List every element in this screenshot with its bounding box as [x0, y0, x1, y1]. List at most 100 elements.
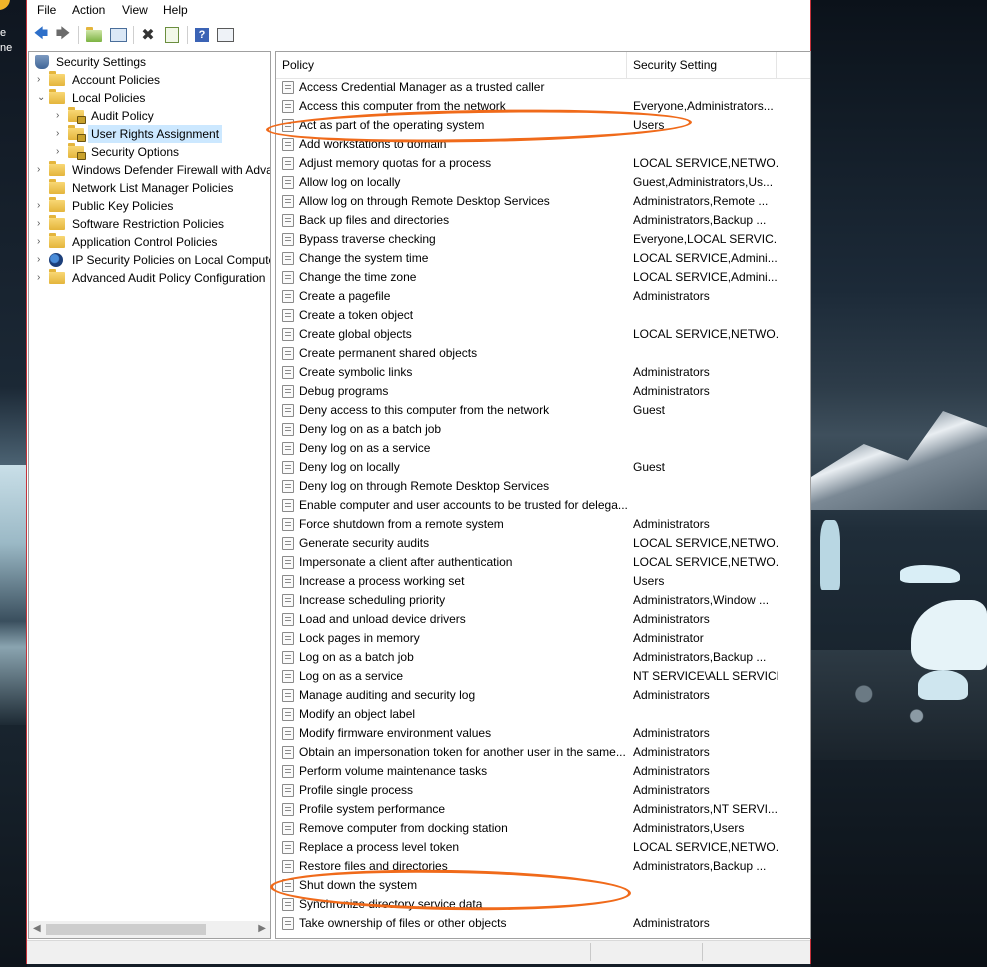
table-row[interactable]: Create symbolic links Administrators	[276, 363, 810, 382]
chevron-right-icon[interactable]: ›	[56, 143, 66, 161]
up-folder-icon[interactable]	[85, 26, 103, 44]
table-row[interactable]: Log on as a batch job Administrators,Back…	[276, 648, 810, 667]
table-row[interactable]: Deny log on locally Guest	[276, 458, 810, 477]
menu-action[interactable]: Action	[72, 3, 105, 17]
delete-icon[interactable]: ✖	[139, 26, 157, 44]
chevron-right-icon[interactable]: ›	[37, 215, 47, 233]
table-row[interactable]: Force shutdown from a remote system Admin…	[276, 515, 810, 534]
policy-name: Allow log on locally	[299, 175, 401, 189]
policy-name: Deny access to this computer from the ne…	[299, 403, 550, 417]
toolbar-separator	[78, 26, 79, 44]
security-setting: LOCAL SERVICE,NETWO...	[633, 156, 778, 170]
show-hide-tree-icon[interactable]	[109, 26, 127, 44]
policy-name: Manage auditing and security log	[299, 688, 476, 702]
table-row[interactable]: Log on as a service NT SERVICE\ALL SERVIC…	[276, 667, 810, 686]
table-row[interactable]: Create a token object	[276, 306, 810, 325]
forward-arrow-icon[interactable]: 🡆	[54, 25, 72, 44]
table-row[interactable]: Increase scheduling priority Administrato…	[276, 591, 810, 610]
table-row[interactable]: Increase a process working set Users	[276, 572, 810, 591]
status-divider	[590, 943, 591, 961]
security-setting: Administrators	[633, 365, 710, 379]
table-row[interactable]: Impersonate a client after authenticatio…	[276, 553, 810, 572]
table-row[interactable]: Allow log on locally Guest,Administrators…	[276, 173, 810, 192]
column-header-security-setting[interactable]: Security Setting	[627, 52, 777, 78]
table-row[interactable]: Synchronize directory service data	[276, 895, 810, 914]
scroll-left-icon[interactable]: ◀	[33, 923, 41, 934]
table-row[interactable]: Load and unload device drivers Administra…	[276, 610, 810, 629]
table-row[interactable]: Create permanent shared objects	[276, 344, 810, 363]
chevron-right-icon[interactable]: ›	[37, 251, 47, 269]
table-row[interactable]: Manage auditing and security log Administ…	[276, 686, 810, 705]
policy-name: Deny log on through Remote Desktop Servi…	[299, 479, 550, 493]
table-row[interactable]: Bypass traverse checking Everyone,LOCAL S…	[276, 230, 810, 249]
chevron-right-icon[interactable]: ›	[37, 269, 47, 287]
table-row[interactable]: Access Credential Manager as a trusted c…	[276, 78, 810, 97]
table-row[interactable]: Modify firmware environment values Admini…	[276, 724, 810, 743]
chevron-right-icon[interactable]: ›	[37, 197, 47, 215]
chevron-down-icon[interactable]: ⌄	[37, 89, 47, 107]
table-row[interactable]: Create a pagefile Administrators	[276, 287, 810, 306]
policy-name: Act as part of the operating system	[299, 118, 485, 132]
table-row[interactable]: Allow log on through Remote Desktop Serv…	[276, 192, 810, 211]
folder-icon	[49, 161, 65, 177]
back-arrow-icon[interactable]: 🡄	[32, 25, 50, 44]
chevron-right-icon[interactable]: ›	[37, 161, 47, 179]
chevron-right-icon[interactable]: ›	[56, 107, 66, 125]
menu-view[interactable]: View	[122, 3, 148, 17]
tree-horizontal-scrollbar[interactable]: ◀ ▶	[29, 921, 270, 938]
chevron-right-icon[interactable]: ›	[56, 125, 66, 143]
table-row[interactable]: Debug programs Administrators	[276, 382, 810, 401]
table-row[interactable]: Modify an object label	[276, 705, 810, 724]
table-row[interactable]: Deny log on through Remote Desktop Servi…	[276, 477, 810, 496]
table-row[interactable]: Profile system performance Administrators…	[276, 800, 810, 819]
table-row[interactable]: Profile single process Administrators	[276, 781, 810, 800]
export-list-icon[interactable]	[163, 26, 181, 44]
policy-icon	[282, 784, 294, 797]
policy-icon	[282, 138, 294, 151]
table-row[interactable]: Deny log on as a service	[276, 439, 810, 458]
policy-name: Profile single process	[299, 783, 414, 797]
table-row[interactable]: Access this computer from the network Eve…	[276, 97, 810, 116]
properties-icon[interactable]	[216, 26, 234, 44]
policy-name: Lock pages in memory	[299, 631, 420, 645]
table-row[interactable]: Generate security audits LOCAL SERVICE,NE…	[276, 534, 810, 553]
scrollbar-thumb[interactable]	[46, 924, 206, 935]
chevron-right-icon[interactable]: ›	[37, 233, 47, 251]
policy-icon	[282, 214, 294, 227]
table-row[interactable]: Lock pages in memory Administrator	[276, 629, 810, 648]
table-row[interactable]: Take ownership of files or other objects…	[276, 914, 810, 933]
table-row[interactable]: Act as part of the operating system Users	[276, 116, 810, 135]
security-setting: Administrators	[633, 783, 710, 797]
table-row[interactable]: Back up files and directories Administrat…	[276, 211, 810, 230]
menu-file[interactable]: File	[37, 3, 56, 17]
table-row[interactable]: Remove computer from docking station Admi…	[276, 819, 810, 838]
table-row[interactable]: Restore files and directories Administrat…	[276, 857, 810, 876]
folder-icon	[49, 233, 65, 249]
column-header-policy[interactable]: Policy	[276, 52, 626, 78]
security-setting: Guest	[633, 403, 666, 417]
policy-icon	[282, 632, 294, 645]
policy-icon	[282, 689, 294, 702]
table-row[interactable]: Deny access to this computer from the ne…	[276, 401, 810, 420]
table-row[interactable]: Enable computer and user accounts to be …	[276, 496, 810, 515]
policy-name: Bypass traverse checking	[299, 232, 436, 246]
security-setting: Everyone,Administrators...	[633, 99, 774, 113]
security-setting: Administrators	[633, 517, 710, 531]
chevron-right-icon[interactable]: ›	[37, 71, 47, 89]
table-row[interactable]: Replace a process level token LOCAL SERVI…	[276, 838, 810, 857]
table-row[interactable]: Perform volume maintenance tasks Administ…	[276, 762, 810, 781]
table-row[interactable]: Create global objects LOCAL SERVICE,NETWO…	[276, 325, 810, 344]
scroll-right-icon[interactable]: ▶	[258, 923, 266, 934]
help-icon[interactable]: ?	[193, 26, 211, 44]
menu-help[interactable]: Help	[163, 3, 188, 17]
policy-icon	[282, 100, 294, 113]
table-row[interactable]: Adjust memory quotas for a process LOCAL …	[276, 154, 810, 173]
table-row[interactable]: Deny log on as a batch job	[276, 420, 810, 439]
column-divider[interactable]	[776, 52, 777, 78]
table-row[interactable]: Change the time zone LOCAL SERVICE,Admini…	[276, 268, 810, 287]
table-row[interactable]: Obtain an impersonation token for anothe…	[276, 743, 810, 762]
table-row[interactable]: Change the system time LOCAL SERVICE,Admi…	[276, 249, 810, 268]
table-row[interactable]: Add workstations to domain	[276, 135, 810, 154]
policy-name: Impersonate a client after authenticatio…	[299, 555, 513, 569]
table-row[interactable]: Shut down the system	[276, 876, 810, 895]
